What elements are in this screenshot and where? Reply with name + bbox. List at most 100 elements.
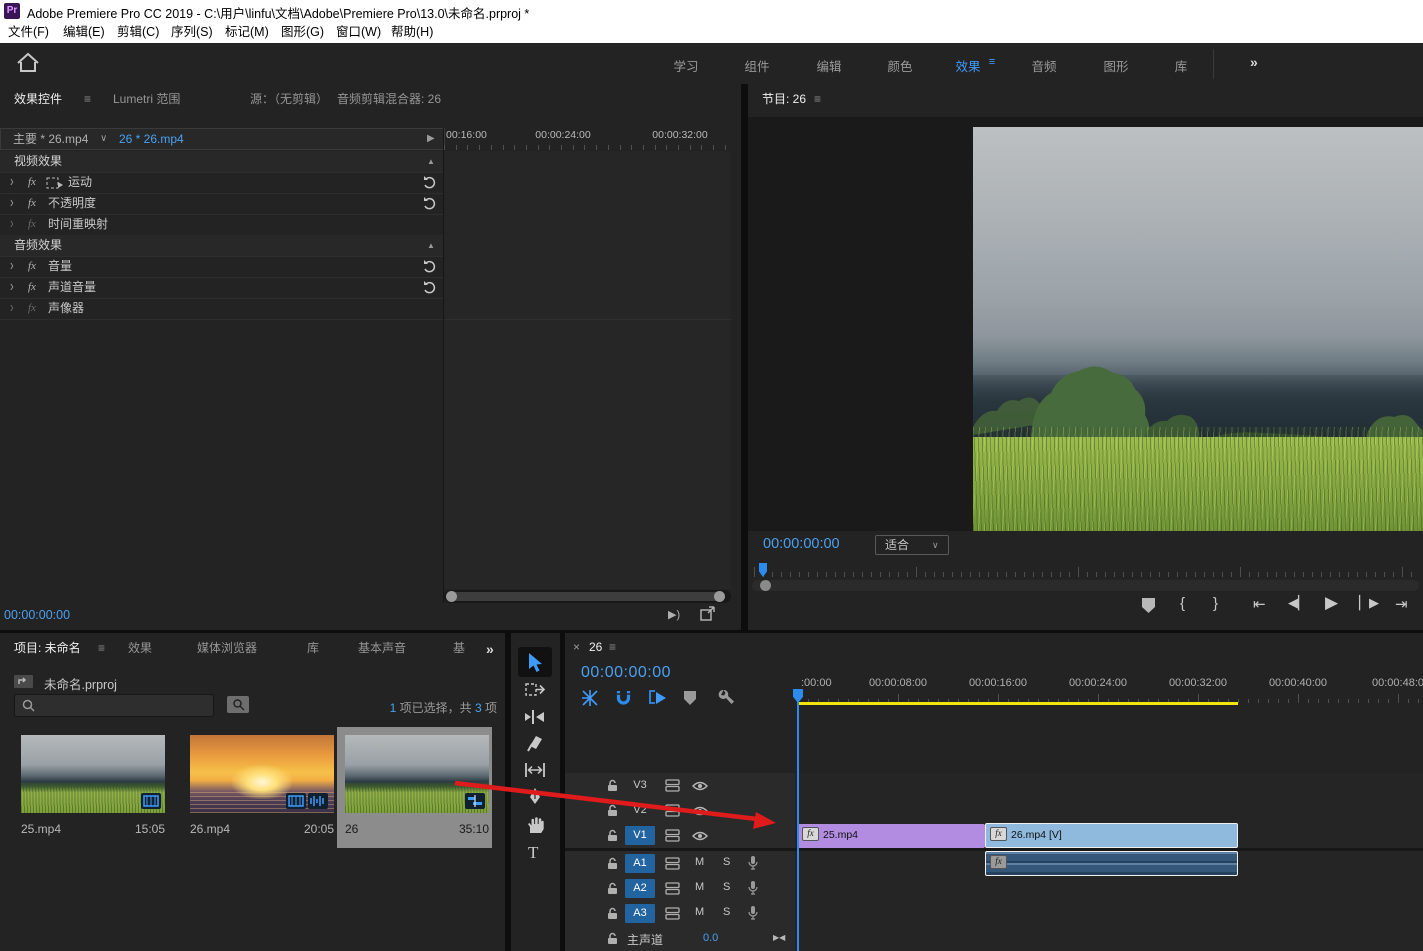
scrollbar-handle-left[interactable]: [446, 591, 457, 602]
menu-window[interactable]: 窗口(W): [336, 22, 381, 43]
workspace-tab-libraries[interactable]: 库: [1175, 56, 1188, 75]
mark-in-icon[interactable]: {: [1180, 595, 1185, 612]
tab-source-monitor[interactable]: 源：（无剪辑）: [250, 84, 328, 114]
add-marker-icon[interactable]: [1142, 598, 1155, 613]
reset-effect-icon[interactable]: [423, 281, 436, 294]
track-badge-v3[interactable]: V3: [625, 776, 655, 795]
item-name[interactable]: 26.mp4: [190, 822, 230, 836]
track-badge-v1[interactable]: V1: [625, 826, 655, 845]
project-panel-menu-icon[interactable]: ≡: [98, 633, 105, 663]
tab-effect-controls[interactable]: 效果控件: [14, 84, 62, 114]
tab-truncated[interactable]: 基: [453, 633, 465, 663]
timeline-playhead-line[interactable]: [797, 701, 799, 951]
clip-26mp4-audio-a1[interactable]: fx: [985, 851, 1238, 876]
workspace-tab-graphics[interactable]: 图形: [1103, 56, 1128, 75]
solo-track-button[interactable]: S: [723, 906, 730, 918]
effect-row-volume[interactable]: › fx 音量: [0, 256, 443, 278]
track-lane-v2[interactable]: [796, 798, 1423, 824]
tab-lumetri-scopes[interactable]: Lumetri 范围: [113, 84, 180, 114]
keyframe-lane[interactable]: [444, 298, 731, 320]
project-item-26mp4[interactable]: [190, 735, 334, 813]
keyframe-lane[interactable]: [444, 214, 731, 236]
mute-track-button[interactable]: M: [695, 906, 704, 918]
keyframe-lane[interactable]: [444, 277, 731, 299]
workspace-tab-editing[interactable]: 编辑: [816, 56, 841, 75]
scrollbar-handle-right[interactable]: [714, 591, 725, 602]
source-patch-icon[interactable]: [665, 779, 680, 792]
type-tool[interactable]: T: [528, 843, 538, 863]
track-lane-v3[interactable]: [796, 773, 1423, 799]
collapse-section-icon[interactable]: ▲: [427, 235, 435, 256]
fit-dropdown[interactable]: 适合 ∨: [875, 535, 949, 555]
clip-26mp4-video-v1[interactable]: fx 26.mp4 [V]: [985, 823, 1238, 848]
timeline-ruler[interactable]: :00:00 00:00:08:00 00:00:16:00 00:00:24:…: [565, 675, 1423, 703]
tab-audio-clip-mixer[interactable]: 音频剪辑混合器: 26: [337, 84, 441, 114]
sequence-clip-label[interactable]: 26 * 26.mp4: [119, 129, 184, 149]
master-track-label[interactable]: 主声道: [627, 931, 663, 948]
track-lane-a2[interactable]: [796, 876, 1423, 902]
workspace-tab-color[interactable]: 颜色: [887, 56, 912, 75]
keyframe-lane[interactable]: [444, 193, 731, 215]
effect-controls-panel-menu-icon[interactable]: ≡: [84, 84, 91, 114]
workspace-overflow-icon[interactable]: »: [1250, 54, 1258, 70]
project-item-sequence-26[interactable]: [345, 735, 489, 813]
effect-row-channel-volume[interactable]: › fx 声道音量: [0, 277, 443, 299]
effect-row-panner[interactable]: › fx 声像器: [0, 298, 443, 320]
track-badge-a3[interactable]: A3: [625, 904, 655, 923]
effect-row-opacity[interactable]: › fx 不透明度: [0, 193, 443, 215]
toggle-track-output-eye-icon[interactable]: [692, 806, 708, 816]
track-badge-v2[interactable]: V2: [625, 801, 655, 820]
ripple-edit-tool[interactable]: [524, 709, 546, 725]
go-to-in-icon[interactable]: ⇤: [1253, 595, 1266, 613]
master-track-lane[interactable]: [796, 926, 1423, 951]
track-badge-a1[interactable]: A1: [625, 854, 655, 873]
effect-timeline-scrollbar[interactable]: [444, 590, 731, 603]
project-item-25mp4[interactable]: [21, 735, 165, 813]
breadcrumb[interactable]: 未命名.prproj: [44, 674, 117, 693]
keyframe-lane[interactable]: [444, 151, 731, 173]
collapse-section-icon[interactable]: ▲: [427, 151, 435, 172]
selection-tool[interactable]: [518, 647, 552, 677]
fx-icon[interactable]: fx: [28, 193, 36, 214]
play-button-icon[interactable]: ▶: [1325, 593, 1338, 613]
fx-icon-disabled[interactable]: fx: [28, 214, 36, 235]
effect-row-time-remapping[interactable]: › fx 时间重映射: [0, 214, 443, 236]
menu-clip[interactable]: 剪辑(C): [117, 22, 159, 43]
reset-effect-icon[interactable]: [423, 176, 436, 189]
program-scrollbar[interactable]: [752, 580, 1419, 591]
item-name[interactable]: 25.mp4: [21, 822, 61, 836]
lock-track-icon[interactable]: [607, 804, 618, 817]
reset-effect-icon[interactable]: [423, 197, 436, 210]
menu-edit[interactable]: 编辑(E): [63, 22, 105, 43]
mute-track-button[interactable]: M: [695, 881, 704, 893]
source-patch-icon[interactable]: [665, 907, 680, 920]
step-back-icon[interactable]: ◀▏: [1288, 595, 1308, 611]
item-name[interactable]: 26: [345, 822, 358, 836]
source-patch-icon[interactable]: [665, 857, 680, 870]
export-frame-icon[interactable]: [700, 606, 716, 621]
lock-track-icon[interactable]: [607, 779, 618, 792]
work-area-bar[interactable]: [798, 702, 1238, 705]
mark-out-icon[interactable]: }: [1213, 595, 1218, 612]
source-patch-icon[interactable]: [665, 829, 680, 842]
master-level-value[interactable]: 0.0: [703, 932, 718, 944]
tab-sequence-26[interactable]: 26: [589, 640, 602, 654]
program-timecode[interactable]: 00:00:00:00: [763, 536, 840, 552]
workspace-tab-effects[interactable]: 效果: [955, 56, 980, 75]
hand-tool[interactable]: [526, 816, 544, 834]
fx-icon[interactable]: fx: [28, 172, 36, 193]
voiceover-record-mic-icon[interactable]: [748, 881, 758, 896]
keyframe-lane[interactable]: [444, 235, 731, 257]
source-patch-icon[interactable]: [665, 804, 680, 817]
lock-track-icon[interactable]: [607, 907, 618, 920]
workspace-tab-assembly[interactable]: 组件: [744, 56, 769, 75]
solo-track-button[interactable]: S: [723, 856, 730, 868]
menu-help[interactable]: 帮助(H): [391, 22, 433, 43]
header-next-icon[interactable]: ▶: [427, 129, 435, 149]
menu-file[interactable]: 文件(F): [8, 22, 49, 43]
keyframe-lane[interactable]: [444, 172, 731, 194]
fx-icon-disabled[interactable]: fx: [28, 298, 36, 319]
mute-track-button[interactable]: M: [695, 856, 704, 868]
track-lane-a3[interactable]: [796, 901, 1423, 927]
voiceover-record-mic-icon[interactable]: [748, 906, 758, 921]
